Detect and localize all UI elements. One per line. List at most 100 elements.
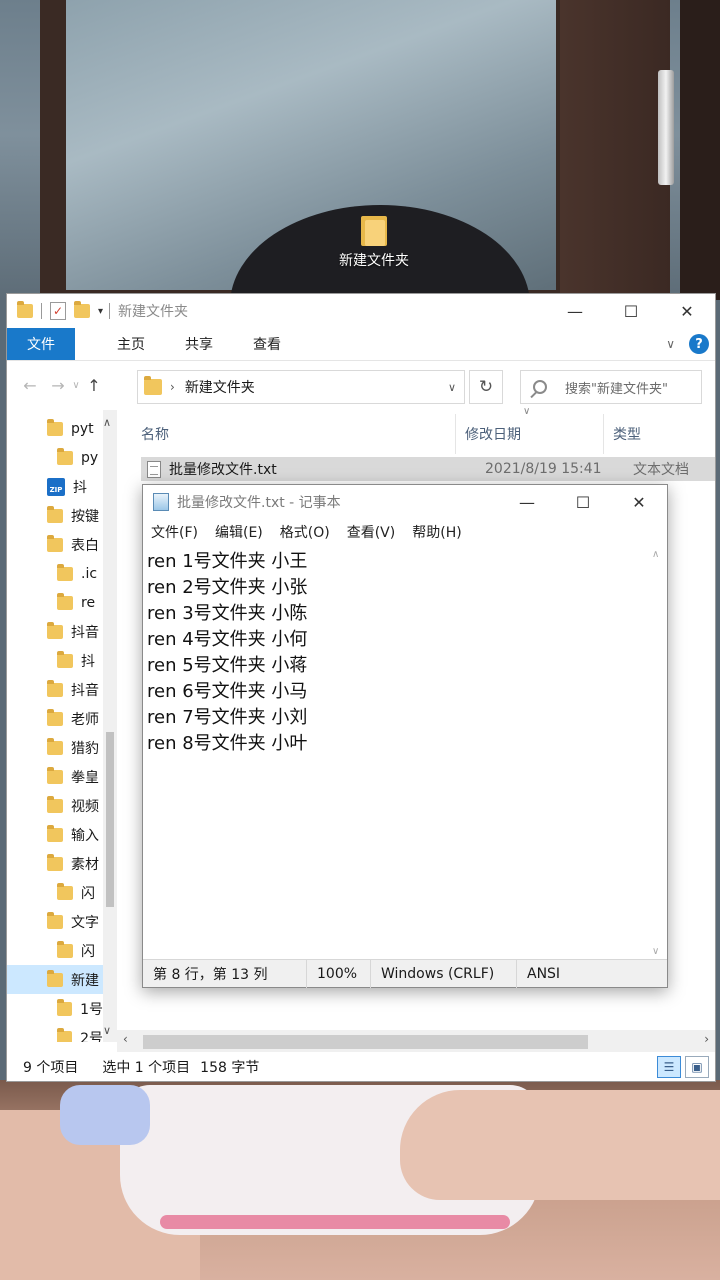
sidebar-item-label: 按键	[71, 508, 99, 525]
text-line: ren 5号文件夹 小蒋	[147, 655, 308, 676]
sidebar-item[interactable]: 输入	[7, 820, 103, 849]
minimize-button[interactable]: —	[547, 294, 603, 328]
sidebar-item[interactable]: ZIP 抖	[7, 472, 103, 501]
notepad-title-bar: 批量修改文件.txt - 记事本 — ☐ ✕	[143, 485, 667, 519]
folder-icon	[47, 621, 63, 639]
sidebar-item-label: 老师	[71, 711, 99, 728]
sidebar-item[interactable]: 猎豹	[7, 733, 103, 762]
menu-view[interactable]: 查看(V)	[347, 522, 396, 542]
desktop-folder[interactable]: 新建文件夹	[326, 214, 422, 270]
sidebar-item[interactable]: 抖音	[7, 675, 103, 704]
sidebar-item[interactable]: 拳皇	[7, 762, 103, 791]
quick-access-dropdown-icon[interactable]: ▾	[98, 306, 103, 317]
folder-icon	[57, 592, 73, 610]
breadcrumb-chevron-icon[interactable]: ›	[170, 380, 175, 394]
horizontal-scroll-thumb[interactable]	[143, 1035, 588, 1049]
sidebar-item-label: 1号	[80, 1001, 103, 1018]
forward-arrow-icon[interactable]: →	[47, 376, 69, 395]
close-button[interactable]: ✕	[659, 294, 715, 328]
sidebar-item[interactable]: 2号	[7, 1023, 103, 1042]
scroll-up-icon[interactable]: ∧	[652, 549, 659, 560]
back-arrow-icon[interactable]: ←	[19, 376, 41, 395]
column-type[interactable]: 类型	[613, 424, 641, 444]
sidebar-item[interactable]: 抖音	[7, 617, 103, 646]
details-view-icon[interactable]: ☰	[657, 1056, 681, 1078]
folder-icon	[57, 1027, 73, 1042]
text-line: ren 6号文件夹 小马	[147, 681, 308, 702]
notepad-minimize-button[interactable]: —	[499, 485, 555, 519]
scroll-right-icon[interactable]: ›	[704, 1032, 709, 1046]
expand-ribbon-icon[interactable]: ∨	[666, 337, 675, 351]
search-input[interactable]: 搜索"新建文件夹"	[520, 370, 702, 404]
person-sleeve	[60, 1085, 150, 1145]
refresh-button[interactable]: ↻	[469, 370, 503, 404]
new-folder-icon[interactable]	[74, 301, 90, 318]
search-icon	[533, 380, 547, 394]
sidebar-item[interactable]: pyt	[7, 414, 103, 443]
tab-home[interactable]: 主页	[101, 328, 161, 360]
sidebar-item[interactable]: .ic	[7, 559, 103, 588]
recent-dropdown-icon[interactable]: ∨	[69, 380, 83, 391]
sidebar-item-label: 文字	[71, 914, 99, 931]
navigation-pane: pyt py ZIP 抖按键 表白 .ic re 抖音抖抖音 老师 猎豹 拳皇 视频 输入 素材闪文字闪新…	[7, 410, 119, 1042]
horizontal-scrollbar[interactable]: ‹ ›	[117, 1030, 715, 1052]
tab-file[interactable]: 文件	[7, 328, 75, 360]
address-dropdown-icon[interactable]: ∨	[448, 381, 456, 394]
sidebar-scroll-down-icon[interactable]: ∨	[103, 1024, 111, 1037]
large-icons-view-icon[interactable]: ▣	[685, 1056, 709, 1078]
notepad-text-area[interactable]: ren 1号文件夹 小王 ren 2号文件夹 小张 ren 3号文件夹 小陈 ren …	[145, 547, 651, 959]
sidebar-item[interactable]: 老师	[7, 704, 103, 733]
column-divider[interactable]	[603, 414, 604, 454]
address-row: ← → ∨ ↑ › 新建文件夹 ∨ ↻ 搜索"新建文件夹"	[7, 360, 715, 410]
sidebar-item[interactable]: 视频	[7, 791, 103, 820]
sidebar-item[interactable]: 文字	[7, 907, 103, 936]
properties-icon[interactable]: ✓	[50, 302, 66, 320]
separator	[41, 303, 42, 319]
address-bar[interactable]: › 新建文件夹 ∨	[137, 370, 465, 404]
tab-share[interactable]: 共享	[169, 328, 229, 360]
sidebar-item-label: .ic	[81, 565, 98, 582]
notepad-menu-bar: 文件(F) 编辑(E) 格式(O) 查看(V) 帮助(H)	[143, 519, 667, 545]
sidebar-item[interactable]: 素材	[7, 849, 103, 878]
sidebar-scroll-up-icon[interactable]: ∧	[103, 416, 111, 429]
notepad-close-button[interactable]: ✕	[611, 485, 667, 519]
folder-icon	[47, 679, 63, 697]
sidebar-item-label: 抖	[81, 653, 95, 670]
sidebar-item[interactable]: 闪	[7, 878, 103, 907]
sidebar-item[interactable]: re	[7, 588, 103, 617]
folder-icon	[47, 795, 63, 813]
sidebar-item[interactable]: 新建	[7, 965, 103, 994]
menu-format[interactable]: 格式(O)	[280, 522, 330, 542]
column-date[interactable]: 修改日期	[465, 424, 521, 444]
sidebar-item[interactable]: py	[7, 443, 103, 472]
up-arrow-icon[interactable]: ↑	[83, 376, 105, 395]
sidebar-item[interactable]: 按键	[7, 501, 103, 530]
text-file-icon	[147, 460, 161, 478]
menu-file[interactable]: 文件(F)	[151, 522, 198, 542]
door-panel	[560, 0, 670, 300]
notepad-maximize-button[interactable]: ☐	[555, 485, 611, 519]
help-icon[interactable]: ?	[689, 334, 709, 354]
breadcrumb-current[interactable]: 新建文件夹	[185, 377, 255, 397]
menu-edit[interactable]: 编辑(E)	[215, 522, 263, 542]
sidebar-item[interactable]: 抖	[7, 646, 103, 675]
sidebar-item[interactable]: 1号	[7, 994, 103, 1023]
notepad-vertical-scrollbar[interactable]: ∧ ∨	[649, 547, 665, 959]
scroll-left-icon[interactable]: ‹	[123, 1032, 128, 1046]
folder-icon	[57, 940, 73, 958]
tab-view[interactable]: 查看	[237, 328, 297, 360]
maximize-button[interactable]: ☐	[603, 294, 659, 328]
column-name[interactable]: 名称	[141, 424, 169, 444]
menu-help[interactable]: 帮助(H)	[412, 522, 461, 542]
sidebar-item-label: 表白	[71, 537, 99, 554]
sidebar-item[interactable]: 闪	[7, 936, 103, 965]
notepad-icon	[153, 493, 169, 511]
scroll-down-icon[interactable]: ∨	[652, 946, 659, 957]
folder-icon	[57, 882, 73, 900]
file-row[interactable]: 批量修改文件.txt 2021/8/19 15:41 文本文档	[141, 457, 715, 481]
folder-icon	[57, 447, 73, 465]
sidebar-item[interactable]: 表白	[7, 530, 103, 559]
column-divider[interactable]	[455, 414, 456, 454]
text-line: ren 2号文件夹 小张	[147, 577, 308, 598]
notepad-status-bar: 第 8 行，第 13 列 100% Windows (CRLF) ANSI	[143, 959, 667, 988]
